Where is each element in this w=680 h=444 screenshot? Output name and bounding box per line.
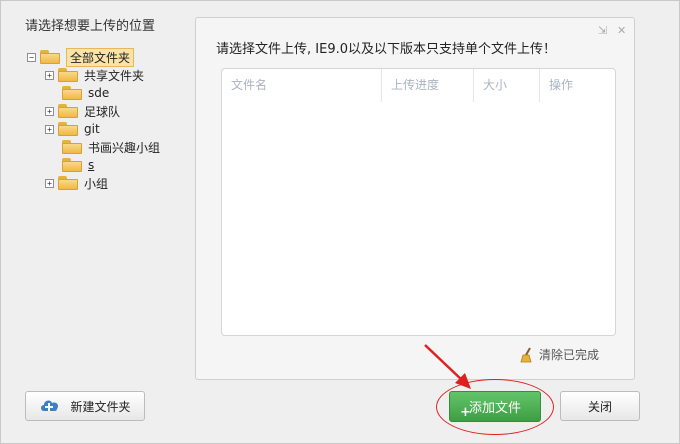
tree-item-label[interactable]: 全部文件夹: [66, 47, 135, 67]
tree-item-s[interactable]: s: [58, 156, 94, 174]
annotation-arrow: [424, 344, 471, 389]
upload-panel: ⇲ ✕ 请选择文件上传, IE9.0以及以下版本只支持单个文件上传！ 文件名 上…: [195, 17, 635, 380]
tree-item-label[interactable]: 共享文件夹: [84, 67, 144, 84]
tree-item-shared-folder[interactable]: + 共享文件夹: [45, 66, 144, 84]
close-label: 关闭: [587, 399, 612, 414]
restore-icon[interactable]: ⇲: [598, 25, 607, 36]
folder-icon: [62, 86, 82, 100]
folder-icon: [62, 140, 82, 154]
upload-dialog: 请选择想要上传的位置 − 全部文件夹 + 共享文件夹 sde + 足球队 + g…: [0, 0, 680, 444]
expand-icon[interactable]: +: [45, 106, 54, 116]
column-header-actions: 操作: [549, 78, 574, 92]
column-header-progress: 上传进度: [382, 69, 474, 102]
upload-instructions: 请选择文件上传, IE9.0以及以下版本只支持单个文件上传！: [216, 42, 556, 57]
folder-icon: [58, 122, 78, 136]
tree-item-sde[interactable]: sde: [58, 84, 109, 102]
collapse-icon[interactable]: −: [27, 52, 36, 62]
new-folder-label: 新建文件夹: [70, 399, 131, 414]
expand-icon[interactable]: +: [45, 178, 54, 188]
file-list-table: 文件名 上传进度 大小 操作: [221, 68, 616, 336]
expand-icon[interactable]: +: [45, 70, 54, 80]
column-header-size: 大小: [474, 69, 540, 102]
tree-item-label[interactable]: 书画兴趣小组: [88, 139, 160, 156]
cloud-add-icon: [41, 400, 59, 411]
folder-icon: [40, 50, 60, 64]
column-header-filename: 文件名: [222, 69, 382, 102]
close-icon[interactable]: ✕: [617, 25, 626, 36]
tree-item-calligraphy-group[interactable]: 书画兴趣小组: [58, 138, 160, 156]
broom-icon: [520, 347, 532, 362]
tree-item-label[interactable]: s: [88, 158, 94, 172]
tree-item-label[interactable]: git: [84, 122, 100, 136]
close-button[interactable]: 关闭: [560, 391, 640, 421]
tree-item-label[interactable]: sde: [88, 86, 109, 100]
folder-icon: [58, 104, 78, 118]
new-folder-button[interactable]: 新建文件夹: [25, 391, 145, 421]
tree-item-football-team[interactable]: + 足球队: [45, 102, 120, 120]
tree-item-git[interactable]: + git: [45, 120, 100, 138]
folder-icon: [58, 68, 78, 82]
clear-completed-button[interactable]: 清除已完成: [520, 346, 599, 363]
tree-item-all-folders[interactable]: − 全部文件夹: [27, 47, 135, 67]
expand-icon[interactable]: +: [45, 124, 54, 134]
tree-item-group[interactable]: + 小组: [45, 174, 108, 192]
tree-item-label[interactable]: 小组: [84, 175, 108, 192]
location-title: 请选择想要上传的位置: [25, 19, 156, 34]
folder-icon: [62, 158, 82, 172]
tree-item-label[interactable]: 足球队: [84, 103, 120, 120]
folder-icon: [58, 176, 78, 190]
clear-completed-label: 清除已完成: [539, 348, 600, 362]
